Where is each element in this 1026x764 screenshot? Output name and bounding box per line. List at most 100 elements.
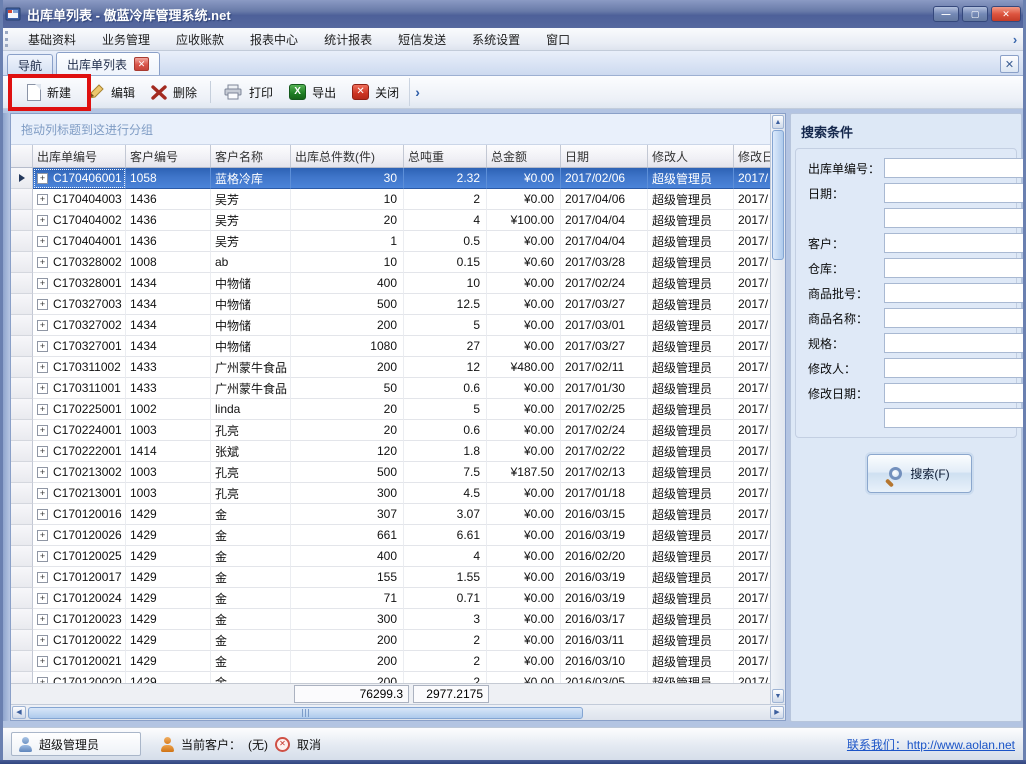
row-selector[interactable]: [11, 525, 33, 546]
tab-close-icon[interactable]: ✕: [134, 57, 149, 71]
row-selector[interactable]: [11, 168, 33, 189]
menu-item[interactable]: 短信发送: [385, 28, 459, 50]
search-text-input[interactable]: [885, 309, 1026, 327]
expand-plus-icon[interactable]: +: [37, 635, 48, 646]
table-row[interactable]: +C1703110011433广州蒙牛食品500.6¥0.002017/01/3…: [11, 378, 771, 399]
expand-plus-icon[interactable]: +: [37, 509, 48, 520]
table-row[interactable]: +C1704040031436吴芳102¥0.002017/04/06超级管理员…: [11, 189, 771, 210]
table-row[interactable]: +C1701200211429金2002¥0.002016/03/10超级管理员…: [11, 651, 771, 672]
minimize-button[interactable]: —: [933, 6, 959, 22]
expand-plus-icon[interactable]: +: [37, 488, 48, 499]
menu-item[interactable]: 业务管理: [89, 28, 163, 50]
search-text-input[interactable]: [885, 159, 1026, 177]
row-selector[interactable]: [11, 546, 33, 567]
expand-plus-icon[interactable]: +: [37, 425, 48, 436]
expand-plus-icon[interactable]: +: [37, 362, 48, 373]
expand-plus-icon[interactable]: +: [37, 320, 48, 331]
table-row[interactable]: +C1701200251429金4004¥0.002016/02/20超级管理员…: [11, 546, 771, 567]
expand-plus-icon[interactable]: +: [37, 278, 48, 289]
row-selector[interactable]: [11, 567, 33, 588]
table-row[interactable]: +C1701200221429金2002¥0.002016/03/11超级管理员…: [11, 630, 771, 651]
cancel-label[interactable]: 取消: [297, 736, 321, 753]
toolbar-overflow-button[interactable]: ›: [409, 78, 425, 106]
column-header[interactable]: 总金额: [487, 145, 561, 167]
menu-item[interactable]: 应收账款: [163, 28, 237, 50]
table-row[interactable]: +C1702130021003孔亮5007.5¥187.502017/02/13…: [11, 462, 771, 483]
expand-plus-icon[interactable]: +: [37, 572, 48, 583]
search-combo-input[interactable]: [885, 234, 1026, 252]
row-selector[interactable]: [11, 273, 33, 294]
table-row[interactable]: +C1704060011058蓝格冷库302.32¥0.002017/02/06…: [11, 168, 771, 189]
scroll-up-arrow[interactable]: ▲: [772, 115, 784, 129]
close-button[interactable]: ✕: [991, 6, 1021, 22]
tab-navigation[interactable]: 导航: [7, 54, 53, 75]
tabbar-close-button[interactable]: ✕: [1000, 55, 1019, 73]
column-header[interactable]: 出库总件数(件): [291, 145, 404, 167]
search-combo-input[interactable]: [885, 184, 1026, 202]
table-row[interactable]: +C1704040021436吴芳204¥100.002017/04/04超级管…: [11, 210, 771, 231]
print-button[interactable]: 打印: [216, 81, 281, 104]
search-text-input[interactable]: [885, 334, 1026, 352]
row-selector[interactable]: [11, 399, 33, 420]
row-selector[interactable]: [11, 357, 33, 378]
expand-plus-icon[interactable]: +: [37, 236, 48, 247]
row-selector[interactable]: [11, 420, 33, 441]
vertical-scroll-thumb[interactable]: [772, 130, 784, 260]
table-row[interactable]: +C1702250011002linda205¥0.002017/02/25超级…: [11, 399, 771, 420]
menu-overflow-button[interactable]: ›: [1007, 28, 1023, 50]
column-header[interactable]: 总吨重: [404, 145, 487, 167]
table-row[interactable]: +C1703280021008ab100.15¥0.602017/03/28超级…: [11, 252, 771, 273]
row-selector[interactable]: [11, 504, 33, 525]
horizontal-scroll-thumb[interactable]: [28, 707, 583, 719]
row-selector[interactable]: [11, 231, 33, 252]
column-header[interactable]: 客户名称: [211, 145, 291, 167]
table-row[interactable]: +C1703270031434中物储50012.5¥0.002017/03/27…: [11, 294, 771, 315]
row-selector[interactable]: [11, 252, 33, 273]
column-header[interactable]: 客户编号: [126, 145, 211, 167]
row-selector[interactable]: [11, 315, 33, 336]
expand-plus-icon[interactable]: +: [37, 215, 48, 226]
table-row[interactable]: +C1702240011003孔亮200.6¥0.002017/02/24超级管…: [11, 420, 771, 441]
expand-plus-icon[interactable]: +: [37, 257, 48, 268]
scroll-left-arrow[interactable]: ◀: [12, 706, 26, 719]
contact-link[interactable]: 联系我们：http://www.aolan.net: [847, 736, 1015, 753]
table-row[interactable]: +C1701200231429金3003¥0.002016/03/17超级管理员…: [11, 609, 771, 630]
row-selector[interactable]: [11, 336, 33, 357]
table-row[interactable]: +C1702130011003孔亮3004.5¥0.002017/01/18超级…: [11, 483, 771, 504]
table-row[interactable]: +C1704040011436吴芳10.5¥0.002017/04/04超级管理…: [11, 231, 771, 252]
tab-outbound-list[interactable]: 出库单列表 ✕: [56, 52, 160, 75]
maximize-button[interactable]: ▢: [962, 6, 988, 22]
scroll-down-arrow[interactable]: ▼: [772, 689, 784, 703]
column-header[interactable]: 出库单编号: [33, 145, 126, 167]
menu-item[interactable]: 基础资料: [15, 28, 89, 50]
scroll-right-arrow[interactable]: ▶: [770, 706, 784, 719]
expand-plus-icon[interactable]: +: [37, 194, 48, 205]
expand-plus-icon[interactable]: +: [37, 467, 48, 478]
cancel-circle-icon[interactable]: ✕: [275, 737, 290, 752]
row-selector[interactable]: [11, 609, 33, 630]
expand-plus-icon[interactable]: +: [37, 299, 48, 310]
expand-plus-icon[interactable]: +: [37, 614, 48, 625]
expand-plus-icon[interactable]: +: [37, 341, 48, 352]
expand-plus-icon[interactable]: +: [37, 173, 48, 184]
table-row[interactable]: +C1703270011434中物储108027¥0.002017/03/27超…: [11, 336, 771, 357]
column-header[interactable]: 修改日期: [734, 145, 771, 167]
row-selector[interactable]: [11, 462, 33, 483]
row-selector[interactable]: [11, 378, 33, 399]
table-row[interactable]: +C1701200241429金710.71¥0.002016/03/19超级管…: [11, 588, 771, 609]
table-row[interactable]: +C1701200201429金2002¥0.002016/03/05超级管理员…: [11, 672, 771, 683]
row-selector[interactable]: [11, 210, 33, 231]
export-button[interactable]: X 导出: [281, 81, 344, 104]
expand-plus-icon[interactable]: +: [37, 446, 48, 457]
table-row[interactable]: +C1702220011414张斌1201.8¥0.002017/02/22超级…: [11, 441, 771, 462]
row-selector[interactable]: [11, 672, 33, 683]
search-combo-input[interactable]: [885, 259, 1026, 277]
delete-button[interactable]: 删除: [143, 81, 205, 104]
expand-plus-icon[interactable]: +: [37, 530, 48, 541]
search-text-input[interactable]: [885, 284, 1026, 302]
search-combo-input[interactable]: [885, 209, 1026, 227]
close-tab-button[interactable]: ✕ 关闭: [344, 81, 407, 104]
column-header[interactable]: 日期: [561, 145, 648, 167]
table-row[interactable]: +C1703270021434中物储2005¥0.002017/03/01超级管…: [11, 315, 771, 336]
menu-item[interactable]: 报表中心: [237, 28, 311, 50]
